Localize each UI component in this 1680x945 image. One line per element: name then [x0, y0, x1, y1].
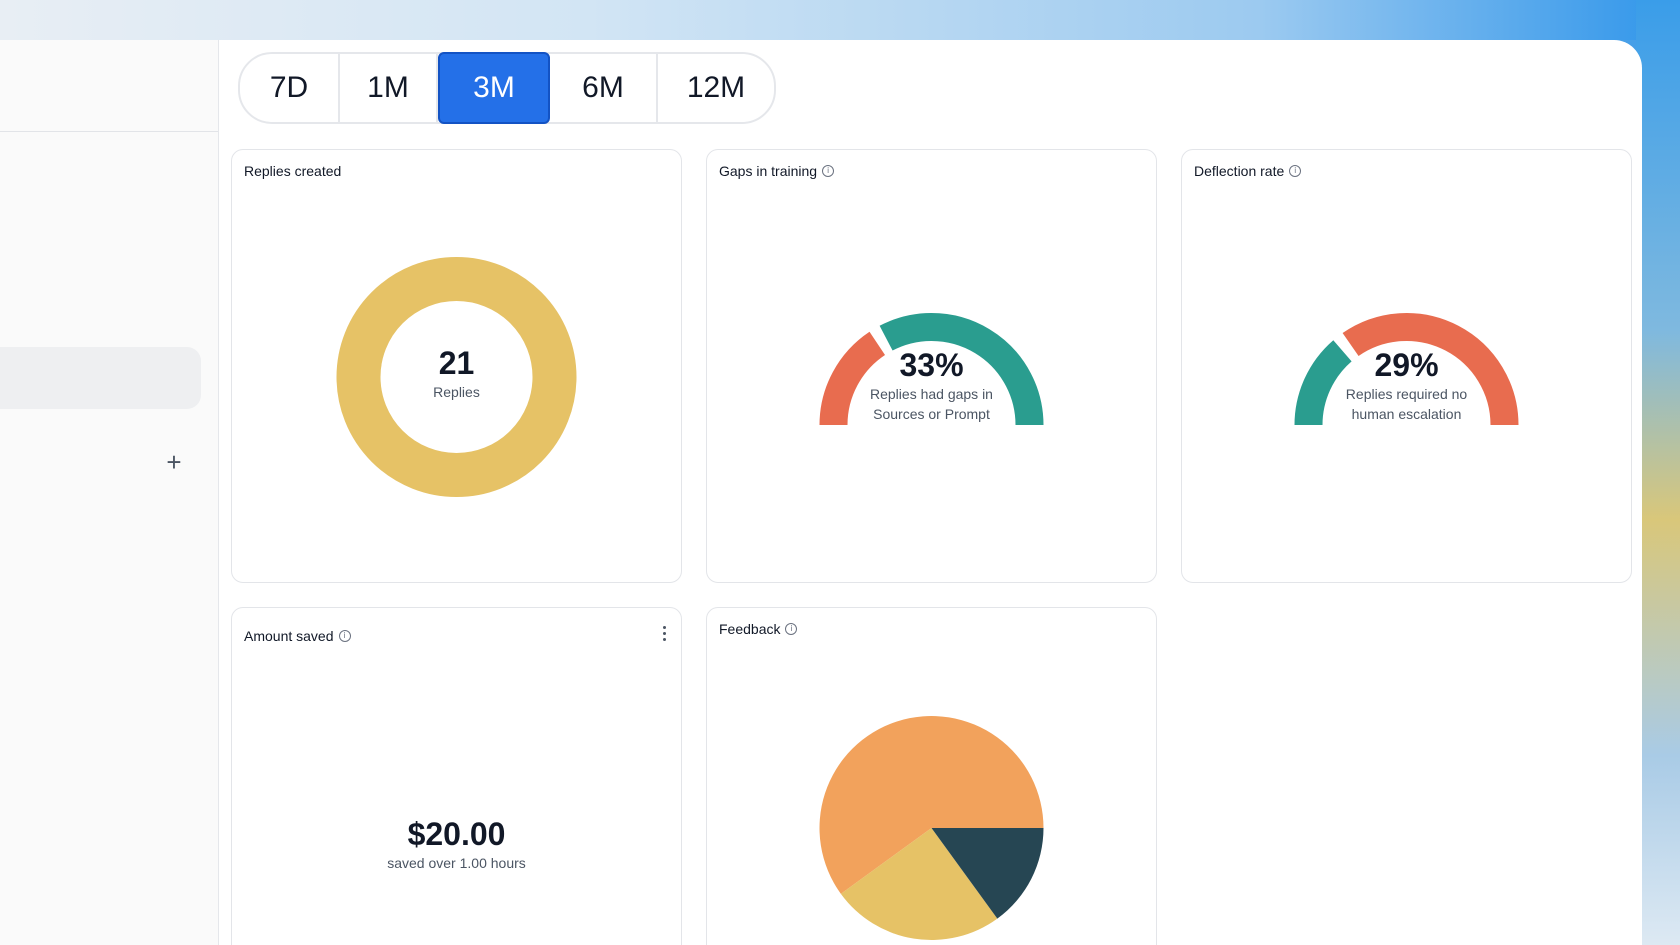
- background-right: [1636, 0, 1680, 945]
- deflection-label-line2: human escalation: [1351, 406, 1462, 422]
- info-icon[interactable]: i: [338, 630, 351, 642]
- more-options-icon[interactable]: [661, 626, 667, 641]
- deflection-center-label: 29% Replies required no human escalation: [1182, 347, 1631, 424]
- amount-center-label: $20.00 saved over 1.00 hours: [232, 816, 681, 873]
- range-6m-button[interactable]: 6M: [550, 54, 658, 122]
- deflection-rate-card: Deflection rate i 29% Replies required n…: [1181, 149, 1632, 583]
- gaps-label-line1: Replies had gaps in: [870, 386, 993, 402]
- app-window: + 7D 1M 3M 6M 12M Replies created 21 Rep…: [0, 40, 1642, 945]
- deflection-percent: 29%: [1374, 347, 1439, 383]
- sidebar: +: [0, 40, 219, 945]
- gaps-label-line2: Sources or Prompt: [873, 406, 990, 422]
- replies-created-card: Replies created 21 Replies: [231, 149, 682, 583]
- add-button[interactable]: +: [160, 448, 188, 476]
- amount-label: saved over 1.00 hours: [387, 855, 526, 871]
- amount-saved-card: Amount saved i $20.00 saved over 1.00 ho…: [231, 607, 682, 945]
- plus-icon: +: [166, 447, 182, 477]
- range-3m-button[interactable]: 3M: [438, 52, 550, 124]
- sidebar-divider: [0, 131, 218, 132]
- card-title: Amount saved i: [244, 628, 351, 644]
- deflection-label-line1: Replies required no: [1345, 386, 1468, 402]
- feedback-card: Feedback i: [706, 607, 1157, 945]
- gaps-center-label: 33% Replies had gaps in Sources or Promp…: [707, 347, 1156, 424]
- gaps-in-training-card: Gaps in training i 33% Replies had gaps …: [706, 149, 1157, 583]
- sidebar-item-selected[interactable]: [0, 347, 201, 409]
- range-1m-button[interactable]: 1M: [340, 54, 438, 122]
- replies-count: 21: [438, 345, 475, 381]
- replies-label: Replies: [433, 384, 480, 400]
- gaps-percent: 33%: [899, 347, 964, 383]
- replies-center-label: 21 Replies: [232, 345, 681, 402]
- range-12m-button[interactable]: 12M: [658, 54, 774, 122]
- range-7d-button[interactable]: 7D: [240, 54, 340, 122]
- amount-value: $20.00: [407, 816, 506, 852]
- feedback-pie-chart: [819, 716, 1044, 940]
- background-top: [0, 0, 1680, 40]
- time-range-selector: 7D 1M 3M 6M 12M: [238, 52, 776, 124]
